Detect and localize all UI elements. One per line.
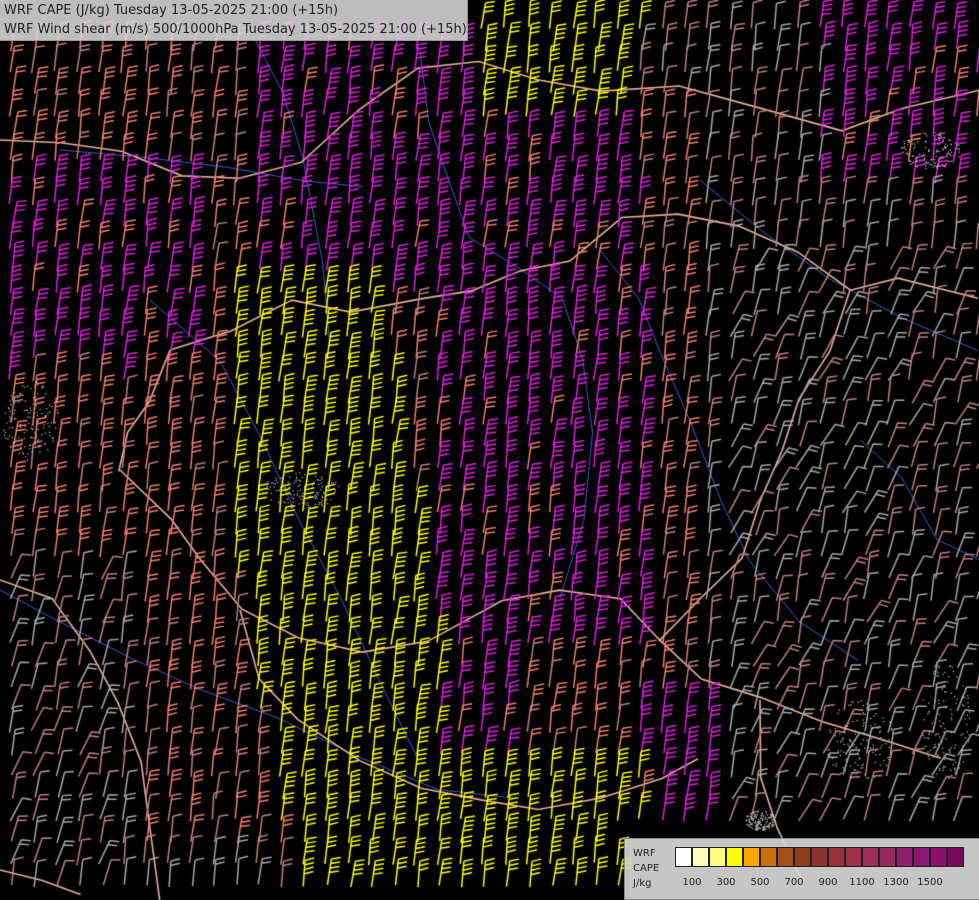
- legend-swatch: [777, 847, 794, 867]
- legend-swatch: [743, 847, 760, 867]
- legend-swatch: [845, 847, 862, 867]
- cape-legend: WRF CAPE J/kg 100 300 500 700 900 1100 1300 150…: [624, 838, 979, 900]
- legend-swatch: [879, 847, 896, 867]
- legend-field-label: CAPE: [633, 863, 660, 874]
- legend-swatch: [947, 847, 964, 867]
- legend-swatch: [896, 847, 913, 867]
- wind-shear-map: [0, 0, 979, 900]
- legend-swatch: [930, 847, 947, 867]
- legend-tick-label: 300: [716, 877, 736, 888]
- legend-tick-label: 500: [750, 877, 770, 888]
- legend-tick-label: 1300: [883, 877, 909, 888]
- legend-swatch: [811, 847, 828, 867]
- wind-shear-title: WRF Wind shear (m/s) 500/1000hPa Tuesday…: [4, 22, 467, 37]
- legend-swatch: [913, 847, 930, 867]
- legend-swatch: [726, 847, 743, 867]
- legend-tick-label: 700: [784, 877, 804, 888]
- legend-tick-label: 100: [682, 877, 702, 888]
- legend-swatch: [828, 847, 845, 867]
- legend-tick-label: 1100: [849, 877, 875, 888]
- legend-swatch: [675, 847, 692, 867]
- legend-swatch: [760, 847, 777, 867]
- legend-tick-label: 1500: [917, 877, 943, 888]
- map-title-box: WRF CAPE (J/kg) Tuesday 13-05-2025 21:00…: [0, 0, 468, 41]
- legend-swatch: [692, 847, 709, 867]
- legend-swatch: [794, 847, 811, 867]
- legend-model-label: WRF: [633, 848, 656, 859]
- legend-unit-label: J/kg: [633, 878, 652, 889]
- legend-swatch: [709, 847, 726, 867]
- cape-title: WRF CAPE (J/kg) Tuesday 13-05-2025 21:00…: [4, 3, 339, 18]
- legend-tick-label: 900: [818, 877, 838, 888]
- legend-swatch: [862, 847, 879, 867]
